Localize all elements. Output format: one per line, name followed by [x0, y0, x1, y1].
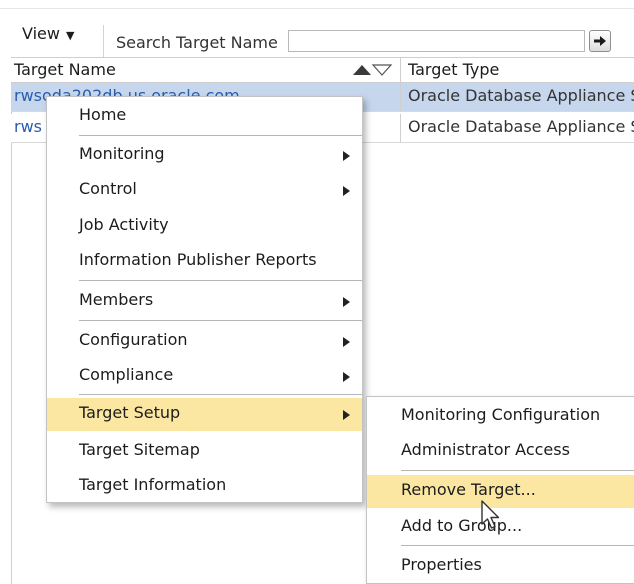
- menu-item-label: Remove Target...: [401, 480, 536, 499]
- menu-item-remove-target[interactable]: Remove Target...: [367, 475, 634, 508]
- chevron-right-icon: [343, 186, 350, 196]
- menu-item-label: Information Publisher Reports: [79, 250, 317, 269]
- menu-item-home[interactable]: Home: [47, 100, 362, 133]
- chevron-right-icon: [343, 337, 350, 347]
- menu-item-label: Job Activity: [79, 215, 169, 234]
- menu-item-information-publisher-reports[interactable]: Information Publisher Reports: [47, 245, 362, 278]
- menu-item-administrator-access[interactable]: Administrator Access: [367, 435, 634, 468]
- menu-item-label: Control: [79, 179, 137, 198]
- menu-item-job-activity[interactable]: Job Activity: [47, 210, 362, 243]
- menu-item-properties[interactable]: Properties: [367, 550, 634, 583]
- menu-item-compliance[interactable]: Compliance: [47, 360, 362, 393]
- menu-item-target-information[interactable]: Target Information: [47, 470, 362, 503]
- chevron-right-icon: [343, 410, 350, 420]
- menu-item-label: Target Information: [79, 475, 227, 494]
- search-target-name-input[interactable]: [288, 30, 585, 52]
- menu-item-label: Add to Group...: [401, 516, 523, 535]
- target-type-value: Oracle Database Appliance S: [408, 86, 634, 105]
- view-menu-button[interactable]: View ▼: [22, 21, 74, 47]
- menu-separator: [79, 320, 362, 321]
- menu-separator: [79, 280, 362, 281]
- menu-separator: [79, 135, 362, 136]
- menu-item-label: Members: [79, 290, 154, 309]
- triangle-down-icon: ▼: [65, 29, 75, 42]
- menu-item-target-setup[interactable]: Target Setup: [47, 398, 362, 431]
- context-menu: Home Monitoring Control Job Activity Inf…: [46, 96, 363, 503]
- menu-item-label: Monitoring Configuration: [401, 405, 601, 424]
- menu-separator: [79, 394, 362, 395]
- menu-item-label: Properties: [401, 555, 482, 574]
- menu-item-control[interactable]: Control: [47, 174, 362, 207]
- search-go-button[interactable]: [589, 30, 611, 52]
- menu-item-label: Monitoring: [79, 144, 165, 163]
- menu-item-add-to-group[interactable]: Add to Group...: [367, 511, 634, 544]
- menu-item-configuration[interactable]: Configuration: [47, 325, 362, 358]
- target-name-link[interactable]: rws: [14, 117, 42, 136]
- chevron-right-icon: [343, 372, 350, 382]
- table-border: [11, 83, 12, 584]
- column-header-target-name[interactable]: Target Name: [14, 59, 116, 81]
- menu-item-members[interactable]: Members: [47, 285, 362, 318]
- target-type-cell: Oracle Database Appliance S: [400, 83, 634, 111]
- menu-item-label: Target Setup: [79, 403, 181, 422]
- search-label: Search Target Name: [116, 33, 278, 52]
- target-type-cell: Oracle Database Appliance S: [400, 114, 634, 142]
- view-label: View: [22, 24, 60, 43]
- table-header: Target Name Target Type: [11, 57, 634, 83]
- menu-item-monitoring[interactable]: Monitoring: [47, 139, 362, 172]
- toolbar-divider: [103, 25, 104, 57]
- toolbar: View ▼ Search Target Name: [0, 8, 634, 57]
- menu-item-label: Configuration: [79, 330, 188, 349]
- menu-item-monitoring-configuration[interactable]: Monitoring Configuration: [367, 400, 634, 433]
- menu-item-label: Administrator Access: [401, 440, 570, 459]
- menu-item-label: Home: [79, 105, 127, 124]
- chevron-right-icon: [343, 297, 350, 307]
- sort-icon[interactable]: [351, 62, 393, 78]
- chevron-right-icon: [343, 151, 350, 161]
- menu-item-label: Compliance: [79, 365, 174, 384]
- arrow-right-icon: [594, 36, 606, 46]
- menu-separator: [401, 470, 634, 471]
- menu-separator: [401, 545, 634, 546]
- menu-item-target-sitemap[interactable]: Target Sitemap: [47, 435, 362, 468]
- column-header-target-type[interactable]: Target Type: [408, 59, 499, 81]
- column-divider: [400, 58, 401, 82]
- target-type-value: Oracle Database Appliance S: [408, 117, 634, 136]
- target-setup-submenu: Monitoring Configuration Administrator A…: [366, 396, 634, 584]
- menu-item-label: Target Sitemap: [79, 440, 200, 459]
